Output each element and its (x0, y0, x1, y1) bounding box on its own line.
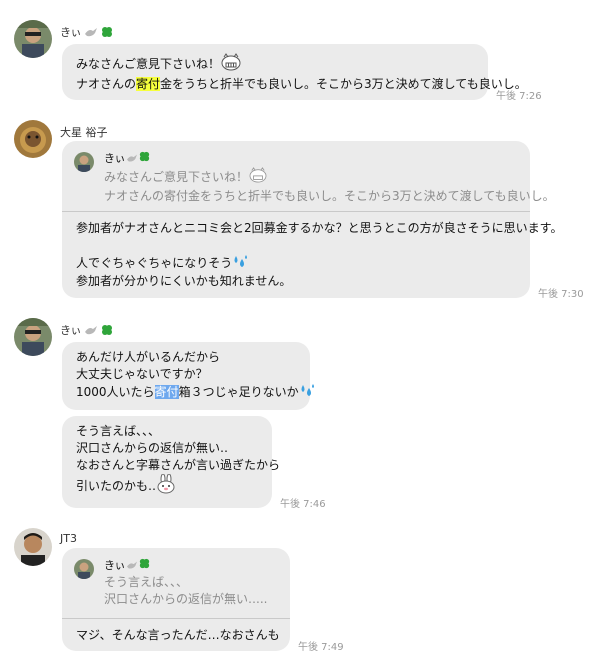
grin-face-icon (248, 167, 268, 188)
quote-divider (62, 211, 530, 212)
clover-icon (138, 557, 151, 575)
message-time: 午後 7:49 (298, 642, 344, 653)
sender-name: きぃ (60, 24, 114, 42)
grin-face-icon (220, 53, 242, 76)
dove-icon (126, 558, 138, 575)
avatar-kii[interactable] (14, 20, 52, 58)
dove-icon (84, 26, 98, 41)
sender-name: きぃ (60, 322, 114, 340)
message-bubble[interactable]: みなさんご意見下さいね！ ナオさんの寄付金をうちと折半でも良いし。そこから3万と… (62, 44, 527, 100)
quoted-message[interactable]: きぃ そう言えば、、、 沢口さんからの返信が無い‥... (62, 548, 290, 618)
avatar-jt3[interactable] (14, 528, 52, 566)
sweat-drops-icon (232, 254, 248, 273)
quote-divider (62, 618, 290, 619)
highlighted-word: 寄付 (136, 77, 161, 91)
quote-sender: きぃ (104, 152, 126, 165)
clover-icon (100, 25, 114, 42)
rabbit-face-icon (156, 473, 176, 499)
message-time: 午後 7:26 (496, 91, 542, 102)
selected-word: 寄付 (154, 385, 179, 399)
message-bubble[interactable]: あんだけ人がいるんだから 大丈夫じゃないですか？ 1000人いたら寄付箱３つじゃ… (62, 342, 314, 410)
sender-name: 大星 裕子 (60, 126, 108, 139)
sweat-drops-icon (299, 383, 315, 402)
avatar-ohoshi[interactable] (14, 120, 52, 158)
clover-icon (138, 150, 151, 168)
sender-name: JT3 (60, 532, 77, 545)
quote-avatar (74, 559, 94, 579)
dove-icon (84, 324, 98, 339)
avatar-kii[interactable] (14, 318, 52, 356)
reply-bubble[interactable]: きぃ みなさんご意見下さいね！ ナオさんの寄付金をうちと折半でも良いし。そこから… (62, 141, 562, 298)
clover-icon (100, 323, 114, 340)
message-time: 午後 7:46 (280, 499, 326, 510)
quote-sender: きぃ (104, 559, 126, 572)
reply-bubble[interactable]: きぃ そう言えば、、、 沢口さんからの返信が無い‥... マジ、そんな言ったんだ… (62, 548, 290, 651)
quote-avatar (74, 152, 94, 172)
message-time: 午後 7:30 (538, 289, 584, 300)
quoted-message[interactable]: きぃ みなさんご意見下さいね！ ナオさんの寄付金をうちと折半でも良いし。そこから… (62, 141, 555, 211)
dove-icon (126, 151, 138, 168)
message-bubble[interactable]: そう言えば、、、 沢口さんからの返信が無い‥ なおさんと字幕さんが言い過ぎたから… (62, 416, 280, 508)
